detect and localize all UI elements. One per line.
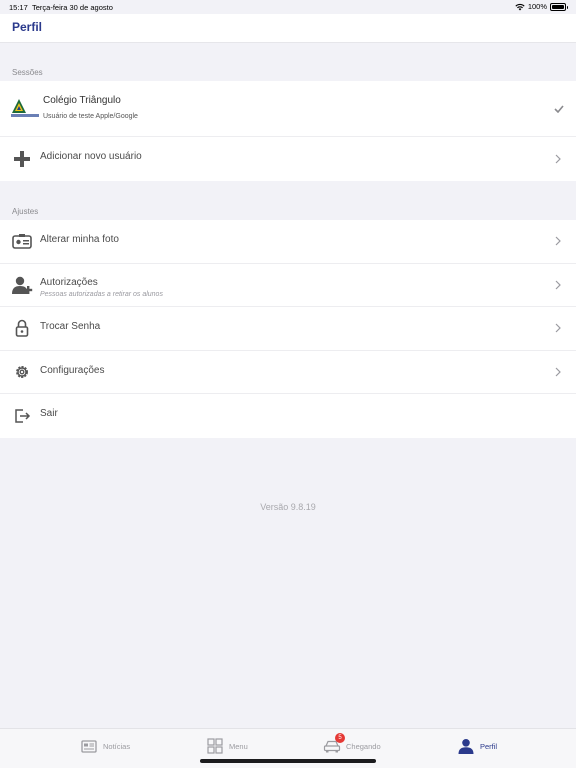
id-card-icon (11, 230, 33, 252)
status-date: Terça-feira 30 de agosto (32, 3, 113, 12)
logout-label: Sair (40, 408, 58, 419)
chevron-right-icon (555, 280, 561, 290)
status-bar: 15:17 Terça-feira 30 de agosto 100% (0, 0, 576, 14)
tab-profile-label: Perfil (480, 741, 498, 751)
tab-menu[interactable]: Menu (206, 738, 248, 754)
change-photo-button[interactable]: Alterar minha foto (0, 220, 576, 264)
chevron-right-icon (555, 323, 561, 333)
home-indicator (200, 759, 376, 763)
version-text: Versão 9.8.19 (260, 502, 316, 512)
change-password-label: Trocar Senha (40, 321, 101, 332)
settings-group: Alterar minha foto Autorizações Pessoas … (0, 220, 576, 438)
tab-arriving[interactable]: 5 Chegando (323, 733, 381, 754)
add-user-button[interactable]: Adicionar novo usuário (0, 137, 576, 181)
arriving-badge: 5 (335, 733, 345, 743)
session-item-school[interactable]: Colégio Triângulo Usuário de teste Apple… (0, 81, 576, 137)
sessions-group: Colégio Triângulo Usuário de teste Apple… (0, 81, 576, 181)
lock-icon (11, 317, 33, 339)
session-subtitle: Usuário de teste Apple/Google (43, 113, 138, 120)
tab-news[interactable]: Notícias (80, 738, 130, 754)
grid-icon (206, 738, 224, 754)
logout-icon (11, 405, 33, 427)
car-icon: 5 (323, 733, 345, 754)
battery-icon (550, 2, 568, 11)
gear-icon (11, 361, 33, 383)
status-time: 15:17 (9, 3, 28, 12)
tab-profile[interactable]: Perfil (457, 738, 497, 754)
authorizations-label: Autorizações (40, 276, 98, 288)
session-title: Colégio Triângulo (43, 95, 121, 106)
change-photo-label: Alterar minha foto (40, 234, 119, 245)
status-right: 100% (515, 2, 568, 11)
school-logo-icon (10, 97, 40, 121)
plus-icon (11, 148, 33, 170)
settings-button[interactable]: Configurações (0, 351, 576, 394)
tab-news-label: Notícias (103, 741, 131, 751)
change-password-button[interactable]: Trocar Senha (0, 307, 576, 351)
battery-percent: 100% (527, 2, 547, 11)
authorizations-subtitle: Pessoas autorizadas a retirar os alunos (40, 290, 163, 298)
chevron-right-icon (555, 236, 561, 246)
logout-button[interactable]: Sair (0, 394, 576, 438)
page-title: Perfil (12, 20, 43, 34)
checkmark-icon (554, 104, 564, 113)
tab-menu-label: Menu (229, 741, 248, 751)
add-user-label: Adicionar novo usuário (40, 151, 142, 162)
wifi-icon (515, 3, 525, 10)
newspaper-icon (80, 738, 98, 754)
settings-label: Configurações (40, 364, 105, 376)
person-icon (457, 738, 475, 754)
section-header-settings: Ajustes (12, 207, 39, 216)
chevron-right-icon (555, 367, 561, 377)
tab-arriving-label: Chegando (346, 741, 381, 751)
authorizations-button[interactable]: Autorizações Pessoas autorizadas a retir… (0, 264, 576, 307)
add-person-icon (11, 274, 33, 296)
chevron-right-icon (555, 154, 561, 164)
nav-bar: Perfil (0, 14, 576, 43)
section-header-sessions: Sessões (12, 68, 43, 77)
